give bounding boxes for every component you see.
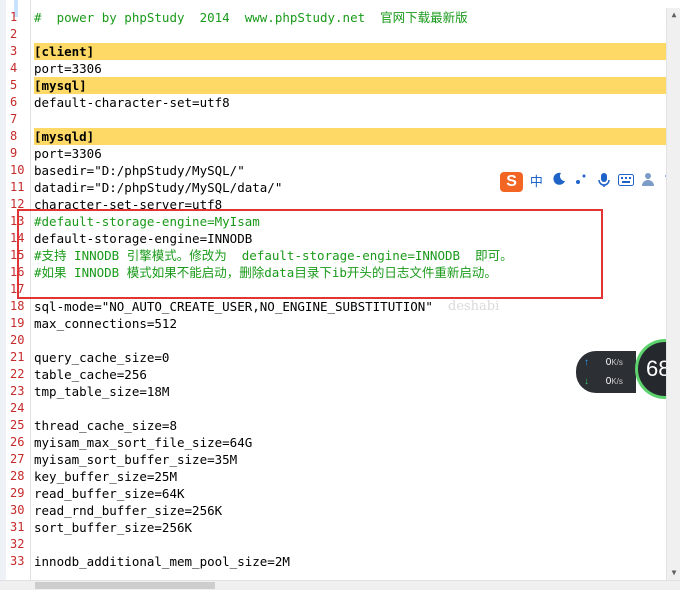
line-content: port=3306 xyxy=(34,146,102,161)
line-content: [client] xyxy=(34,43,666,60)
line-number: 30 xyxy=(10,503,25,517)
code-line[interactable]: 26 myisam_max_sort_file_size=64G xyxy=(0,434,666,451)
line-number: 28 xyxy=(10,469,25,483)
line-content: default-character-set=utf8 xyxy=(34,95,230,110)
line-number: 24 xyxy=(10,401,25,415)
sogou-logo-icon[interactable]: S xyxy=(500,172,524,192)
line-number: 3 xyxy=(10,44,18,58)
line-number: 19 xyxy=(10,316,25,330)
code-line[interactable]: 6 default-character-set=utf8 xyxy=(0,94,666,111)
line-content: query_cache_size=0 xyxy=(34,350,170,365)
code-line[interactable]: 29 read_buffer_size=64K xyxy=(0,485,666,502)
line-content: table_cache=256 xyxy=(34,367,147,382)
line-number: 1 xyxy=(10,10,18,24)
line-content: read_rnd_buffer_size=256K xyxy=(34,503,223,518)
line-number: 26 xyxy=(10,435,25,449)
download-arrow-icon: ↓ xyxy=(584,376,589,387)
watermark-text: deshabi xyxy=(448,299,500,314)
line-number: 6 xyxy=(10,95,18,109)
line-number: 31 xyxy=(10,520,25,534)
line-number: 4 xyxy=(10,61,18,75)
code-line[interactable]: 9 port=3306 xyxy=(0,145,666,162)
code-line[interactable]: 25 thread_cache_size=8 xyxy=(0,417,666,434)
ime-toolbar[interactable]: S 中 xyxy=(500,171,680,193)
upload-speed: ↑ 0K/s xyxy=(584,357,623,368)
line-content: tmp_table_size=18M xyxy=(34,384,170,399)
network-monitor[interactable]: ↑ 0K/s ↓ 0K/s xyxy=(576,351,636,393)
line-number: 33 xyxy=(10,554,25,568)
line-number: 29 xyxy=(10,486,25,500)
code-line[interactable]: 27 myisam_sort_buffer_size=35M xyxy=(0,451,666,468)
code-line[interactable]: 4 port=3306 xyxy=(0,60,666,77)
line-number: 27 xyxy=(10,452,25,466)
line-number: 32 xyxy=(10,537,25,551)
code-line[interactable]: 20 xyxy=(0,332,666,349)
line-number: 18 xyxy=(10,299,25,313)
line-content: thread_cache_size=8 xyxy=(34,418,177,433)
line-number: 21 xyxy=(10,350,25,364)
line-content: innodb_additional_mem_pool_size=2M xyxy=(34,554,290,569)
code-line[interactable]: 2 xyxy=(0,26,666,43)
microphone-icon[interactable] xyxy=(594,172,612,192)
code-line[interactable]: 8 [mysqld] xyxy=(0,128,666,145)
line-number: 20 xyxy=(10,333,25,347)
code-line[interactable]: 7 xyxy=(0,111,666,128)
download-speed: ↓ 0K/s xyxy=(584,376,623,387)
line-content: read_buffer_size=64K xyxy=(34,486,185,501)
user-icon[interactable] xyxy=(639,172,657,192)
code-line[interactable]: 33 innodb_additional_mem_pool_size=2M xyxy=(0,553,666,570)
line-content: myisam_sort_buffer_size=35M xyxy=(34,452,238,467)
upload-arrow-icon: ↑ xyxy=(584,357,589,368)
line-number: 9 xyxy=(10,146,18,160)
line-content: max_connections=512 xyxy=(34,316,177,331)
line-number: 11 xyxy=(10,180,25,194)
line-content: sql-mode="NO_AUTO_CREATE_USER,NO_ENGINE_… xyxy=(34,299,433,314)
code-line[interactable]: 21 query_cache_size=0 xyxy=(0,349,666,366)
line-number: 10 xyxy=(10,163,25,177)
line-number: 7 xyxy=(10,112,18,126)
vertical-scrollbar[interactable]: ▲ ▼ xyxy=(666,8,680,580)
code-line[interactable]: 31 sort_buffer_size=256K xyxy=(0,519,666,536)
code-line[interactable]: 24 xyxy=(0,400,666,417)
scroll-down-icon[interactable]: ▼ xyxy=(667,566,680,580)
line-number: 2 xyxy=(10,27,18,41)
line-content: [mysql] xyxy=(34,77,666,94)
code-line[interactable]: 28 key_buffer_size=25M xyxy=(0,468,666,485)
line-content: # power by phpStudy 2014 www.phpStudy.ne… xyxy=(34,10,468,25)
input-mode-toggle[interactable]: 中 xyxy=(527,172,545,192)
line-content: key_buffer_size=25M xyxy=(34,469,177,484)
code-line[interactable]: 22 table_cache=256 xyxy=(0,366,666,383)
code-line[interactable]: 32 xyxy=(0,536,666,553)
horizontal-scroll-thumb[interactable] xyxy=(35,582,215,589)
line-content: myisam_max_sort_file_size=64G xyxy=(34,435,253,450)
code-line[interactable]: 5 [mysql] xyxy=(0,77,666,94)
line-content: [mysqld] xyxy=(34,128,666,145)
moon-icon[interactable] xyxy=(550,172,568,192)
code-line[interactable]: 3 [client] xyxy=(0,43,666,60)
scroll-up-icon[interactable]: ▲ xyxy=(667,8,680,22)
code-line[interactable]: 1 # power by phpStudy 2014 www.phpStudy.n… xyxy=(0,9,666,26)
line-number: 8 xyxy=(10,129,18,143)
code-line[interactable]: 30 read_rnd_buffer_size=256K xyxy=(0,502,666,519)
line-content: port=3306 xyxy=(34,61,102,76)
annotation-box xyxy=(17,209,603,299)
line-number: 25 xyxy=(10,418,25,432)
punctuation-icon[interactable] xyxy=(572,172,590,192)
line-number: 23 xyxy=(10,384,25,398)
line-number: 22 xyxy=(10,367,25,381)
line-number: 5 xyxy=(10,78,18,92)
line-content: sort_buffer_size=256K xyxy=(34,520,193,535)
keyboard-icon[interactable] xyxy=(617,172,635,192)
code-line[interactable]: 23 tmp_table_size=18M xyxy=(0,383,666,400)
code-line[interactable]: 18 sql-mode="NO_AUTO_CREATE_USER,NO_ENGIN… xyxy=(0,298,666,315)
code-line[interactable]: 19 max_connections=512 xyxy=(0,315,666,332)
